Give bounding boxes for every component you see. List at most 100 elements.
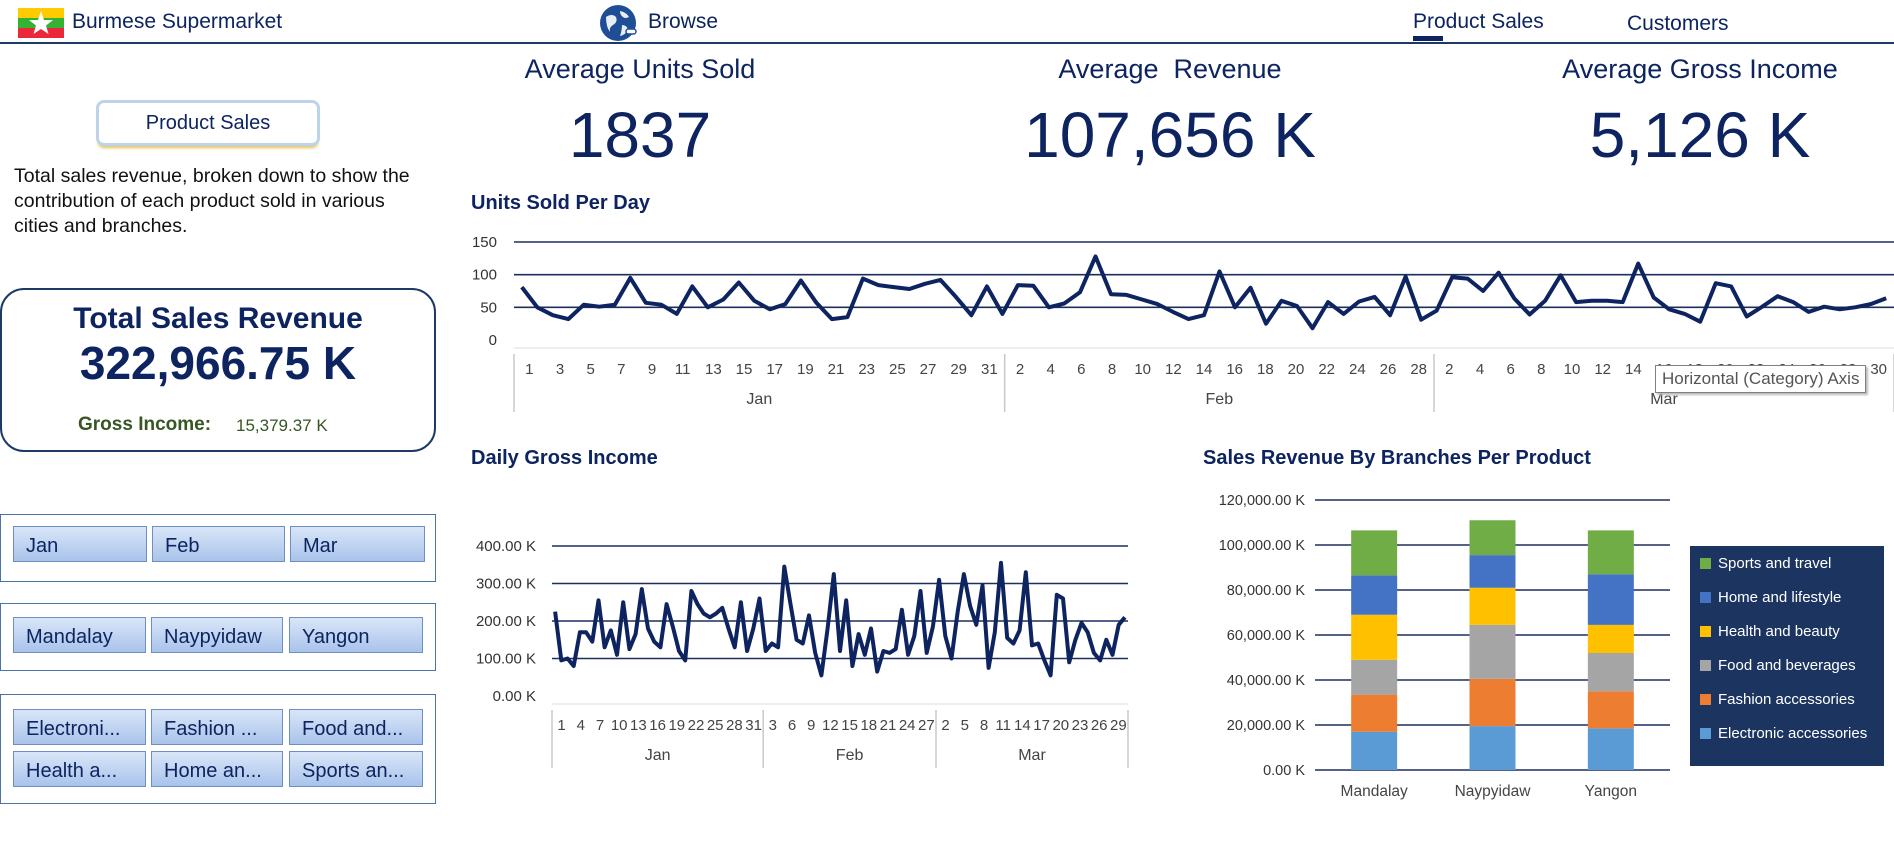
x-tick-label: 25 (889, 361, 906, 378)
x-tick-label: 4 (1046, 361, 1054, 378)
legend-label: Health and beauty (1718, 623, 1840, 640)
bar-segment (1587, 653, 1634, 692)
y-tick-label: 20,000.00 K (1227, 718, 1306, 734)
slicer-month-jan[interactable]: Jan (13, 526, 147, 562)
x-tick-label: 19 (797, 361, 814, 378)
x-tick-label: 31 (981, 361, 998, 378)
legend-swatch (1700, 728, 1711, 739)
x-tick-label: 12 (1165, 361, 1182, 378)
x-tick-label: 11 (995, 717, 1011, 734)
x-tick-label: 4 (577, 717, 585, 734)
x-tick-label: Naypyidaw (1455, 783, 1532, 800)
x-tick-label: 23 (858, 361, 875, 378)
month-group-label: Mar (1018, 747, 1046, 764)
product-sales-button[interactable]: Product Sales (96, 100, 320, 146)
slicer-product-electronic[interactable]: Electroni... (13, 709, 146, 745)
nav-product-sales[interactable]: Product Sales (1413, 10, 1544, 34)
series-line (520, 254, 1887, 331)
x-tick-label: 16 (649, 717, 666, 734)
x-tick-label: 31 (745, 717, 762, 734)
x-tick-label: 14 (1196, 361, 1213, 378)
month-slicer: Jan Feb Mar (0, 514, 436, 582)
y-tick-label: 100 (472, 267, 497, 284)
y-tick-label: 40,000.00 K (1227, 673, 1306, 689)
kpi-avg-gross-value: 5,126 K (1589, 99, 1811, 171)
branch-revenue-chart[interactable]: 0.00 K 20,000.00 K 40,000.00 K 60,000.00 K 8… (1190, 480, 1894, 810)
month-group-label: Jan (645, 747, 671, 764)
brand-title: Burmese Supermarket (72, 10, 283, 33)
gross-income-chart[interactable]: 0.00 K 100.00 K 200.00 K 300.00 K 400.00 K 1 4… (460, 520, 1140, 770)
x-tick-label: 13 (705, 361, 722, 378)
x-tick-label: 2 (1016, 361, 1024, 378)
x-tick-label: 8 (980, 717, 988, 734)
y-tick-label: 120,000.00 K (1219, 493, 1306, 509)
x-tick-label: 25 (707, 717, 724, 734)
top-bar (0, 0, 1894, 44)
x-tick-label: 4 (1476, 361, 1484, 378)
slicer-product-home[interactable]: Home an... (151, 751, 283, 787)
y-tick-label: 300.00 K (476, 576, 536, 593)
x-tick-label: 22 (688, 717, 705, 734)
x-tick-label: 11 (675, 361, 691, 378)
x-tick-label: 12 (822, 717, 839, 734)
x-tick-label: Mandalay (1341, 783, 1408, 800)
legend-label: Food and beverages (1718, 657, 1856, 674)
month-group-label: Feb (1206, 391, 1234, 408)
x-tick-label: 5 (586, 361, 594, 378)
legend-label: Fashion accessories (1718, 691, 1855, 708)
slicer-city-mandalay[interactable]: Mandalay (13, 617, 146, 653)
slicer-product-fashion[interactable]: Fashion ... (151, 709, 283, 745)
x-tick-label: 24 (1349, 361, 1366, 378)
bar-segment (1351, 530, 1398, 576)
legend-label: Electronic accessories (1718, 725, 1867, 742)
x-tick-label: 29 (1110, 717, 1127, 734)
page-description: Total sales revenue, broken down to show… (14, 165, 410, 237)
x-tick-label: 21 (880, 717, 897, 734)
x-tick-label: 2 (1445, 361, 1453, 378)
x-tick-label: 27 (920, 361, 937, 378)
legend-swatch (1700, 592, 1711, 603)
city-slicer: Mandalay Naypyidaw Yangon (0, 603, 436, 671)
x-tick-label: 18 (1257, 361, 1274, 378)
x-tick-label: 23 (1072, 717, 1089, 734)
x-tick-label: 15 (841, 717, 858, 734)
slicer-month-feb[interactable]: Feb (152, 526, 285, 562)
y-tick-label: 100.00 K (476, 651, 536, 668)
bar-segment (1469, 726, 1516, 770)
globe-link-icon[interactable] (598, 3, 638, 43)
slicer-product-health[interactable]: Health a... (13, 751, 146, 787)
slicer-product-food[interactable]: Food and... (289, 709, 423, 745)
kpi-avg-gross-title: Average Gross Income (1562, 54, 1838, 84)
x-tick-label: 28 (1410, 361, 1427, 378)
bar-segment (1587, 530, 1634, 575)
x-tick-label: 1 (557, 717, 565, 734)
month-group-label: Jan (746, 391, 772, 408)
x-tick-label: 27 (918, 717, 935, 734)
x-tick-label: 6 (1077, 361, 1085, 378)
gross-chart-title: Daily Gross Income (471, 447, 658, 469)
x-tick-label: 8 (1537, 361, 1545, 378)
bar-segment (1351, 659, 1398, 695)
nav-customers[interactable]: Customers (1627, 12, 1729, 36)
slicer-city-yangon[interactable]: Yangon (289, 617, 423, 653)
x-tick-label: 13 (630, 717, 647, 734)
legend-swatch (1700, 660, 1711, 671)
slicer-product-sports[interactable]: Sports an... (289, 751, 423, 787)
x-tick-label: 24 (899, 717, 916, 734)
bar-segment (1587, 574, 1634, 625)
legend-swatch (1700, 694, 1711, 705)
bar-segment (1587, 624, 1634, 653)
legend-label: Sports and travel (1718, 555, 1831, 572)
legend-label: Home and lifestyle (1718, 589, 1841, 606)
bar-segment (1587, 728, 1634, 770)
x-tick-label: 14 (1625, 361, 1642, 378)
x-tick-label: 8 (1108, 361, 1116, 378)
slicer-month-mar[interactable]: Mar (290, 526, 425, 562)
x-tick-label: 10 (1564, 361, 1581, 378)
x-tick-label: 6 (1506, 361, 1514, 378)
slicer-city-naypyidaw[interactable]: Naypyidaw (151, 617, 283, 653)
x-tick-label: Yangon (1585, 783, 1637, 800)
bar-segment (1469, 555, 1516, 588)
myanmar-flag-icon (18, 8, 64, 38)
browse-link[interactable]: Browse (648, 10, 718, 34)
